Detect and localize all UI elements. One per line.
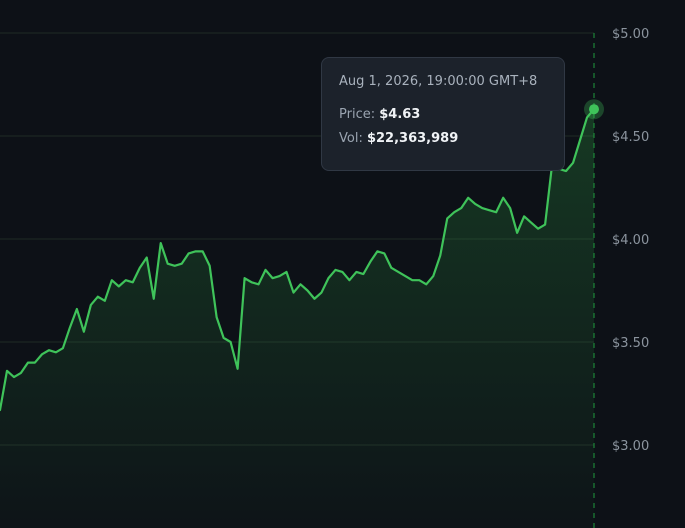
price-chart[interactable]: $5.00 $4.50 $4.00 $3.50 $3.00 Aug 1, 2026, 1… [0, 0, 685, 528]
y-axis: $5.00 $4.50 $4.00 $3.50 $3.00 [612, 27, 649, 454]
y-tick-label: $3.00 [612, 439, 649, 454]
tooltip-volume-value: $22,363,989 [366, 131, 459, 146]
y-tick-label: $3.50 [612, 336, 649, 351]
tooltip-price-value: $4.63 [379, 107, 421, 122]
tooltip-price-label: Price: [339, 107, 380, 122]
tooltip-volume-label: Vol: [339, 131, 367, 146]
tooltip-date: Aug 1, 2026, 19:00:00 GMT+8 [339, 74, 538, 89]
y-tick-label: $4.00 [612, 233, 649, 248]
tooltip-price-row: Price: $4.63 [339, 105, 547, 125]
hover-point[interactable] [589, 104, 599, 115]
tooltip-volume-row: Vol: $22,363,989 [339, 129, 547, 149]
y-tick-label: $4.50 [612, 130, 649, 145]
price-tooltip: Aug 1, 2026, 19:00:00 GMT+8 Price: $4.63… [321, 57, 565, 171]
y-tick-label: $5.00 [612, 27, 649, 42]
price-area-fill [0, 109, 594, 528]
